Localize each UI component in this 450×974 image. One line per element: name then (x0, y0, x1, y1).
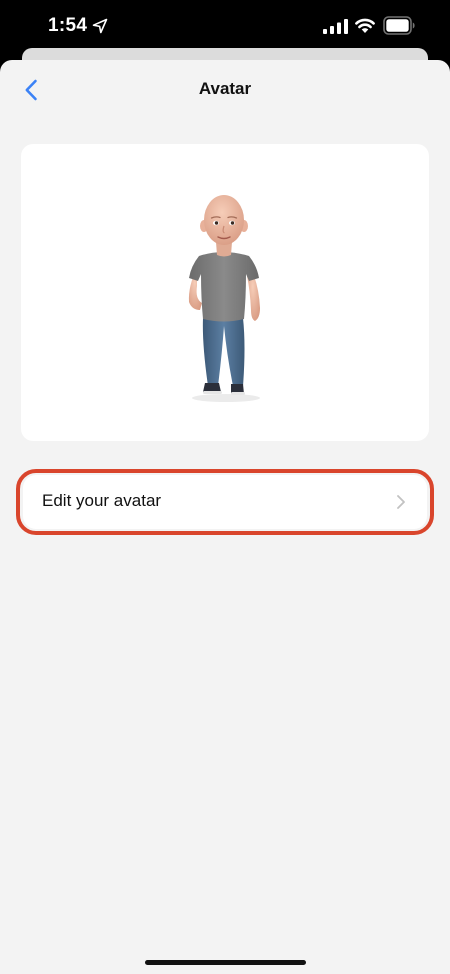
battery-icon (383, 16, 415, 35)
location-arrow-icon (92, 18, 108, 34)
cellular-signal-icon (323, 19, 348, 34)
edit-avatar-label: Edit your avatar (42, 491, 162, 510)
avatar-figure-image (188, 195, 260, 402)
nav-bar: Avatar (0, 60, 450, 118)
avatar-sheet: Avatar Edit your avatar (0, 60, 450, 974)
page-title: Avatar (198, 79, 252, 98)
edit-avatar-row[interactable]: Edit your avatar (23, 475, 427, 529)
wifi-icon (355, 18, 375, 33)
home-indicator (145, 960, 306, 965)
avatar-preview-card (21, 144, 429, 441)
status-time: 1:54 (48, 15, 88, 36)
chevron-right-icon (397, 495, 405, 509)
